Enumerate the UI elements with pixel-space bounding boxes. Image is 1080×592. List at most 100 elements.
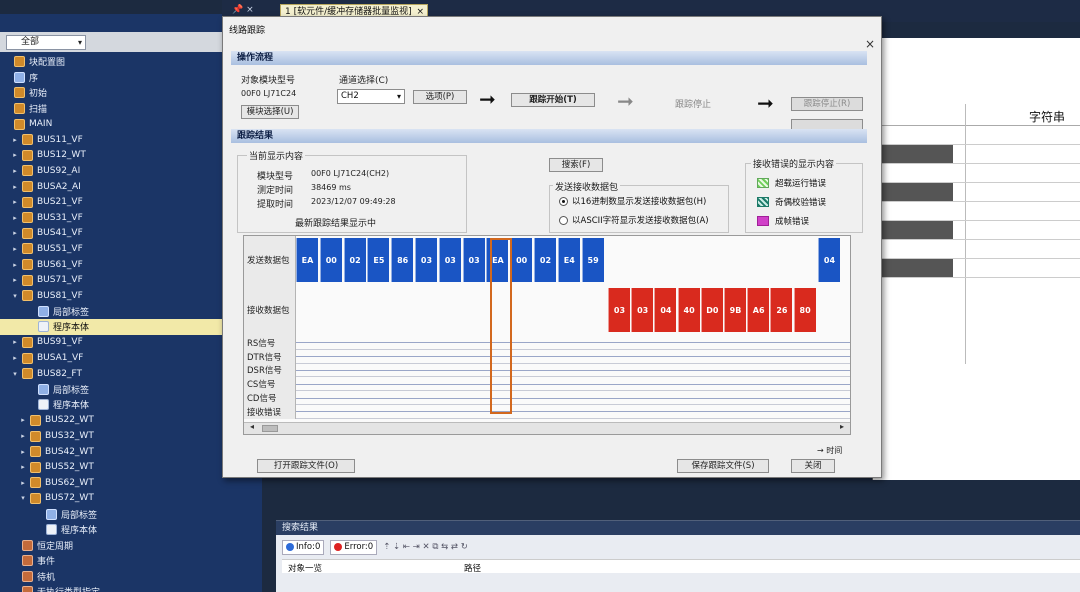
trace-cursor[interactable] — [490, 238, 512, 414]
signal-row — [296, 350, 850, 364]
close-icon[interactable]: × — [865, 37, 875, 51]
expand-icon[interactable]: ▸ — [10, 338, 20, 346]
expand-icon[interactable]: ▸ — [18, 448, 28, 456]
module-icon — [22, 196, 33, 208]
tree-item-label: 局部标签 — [53, 385, 90, 396]
expand-icon[interactable]: ▸ — [10, 261, 20, 269]
module-icon — [22, 274, 33, 286]
column-header: 字符串 — [873, 104, 1080, 126]
toolbar-icons[interactable]: ⇡ ⇣ ⇤ ⇥ ✕ ⧉ ⇆ ⇄ ↻ — [383, 542, 468, 552]
save-trace-file-button[interactable]: 保存跟踪文件(S) — [677, 459, 769, 473]
expand-icon[interactable]: ▸ — [18, 416, 28, 424]
arrow-right-icon: ➞ — [479, 87, 496, 111]
send-byte: E4 — [557, 238, 580, 282]
table-row — [873, 240, 1080, 259]
radio-ascii[interactable]: 以ASCII字符显示发送接收数据包(A) — [559, 214, 709, 226]
legend-frame-label: 成帧错误 — [775, 217, 810, 227]
tree-item[interactable]: 程序本体 — [0, 522, 262, 538]
channel-select-label: 通道选择(C) — [339, 76, 389, 86]
signal-row — [296, 364, 850, 378]
options-button[interactable]: 选项(P) — [413, 90, 467, 104]
expand-icon[interactable]: ▸ — [10, 276, 20, 284]
send-byte: 00 — [510, 238, 533, 282]
collapse-icon[interactable]: ▾ — [10, 370, 20, 378]
expand-icon[interactable]: ▸ — [18, 463, 28, 471]
trace-grid[interactable]: 发送数据包 接收数据包 EA 00 02 E5 86 03 03 03 EA 00 02 E4 59 04… — [243, 235, 851, 435]
tree-item[interactable]: ▾ BUS72_WT — [0, 491, 262, 507]
expand-icon[interactable]: ▸ — [10, 198, 20, 206]
tree-item[interactable]: 事件 — [0, 553, 262, 569]
page-icon — [38, 399, 49, 411]
send-packet-row: EA 00 02 E5 86 03 03 03 EA 00 02 E4 59 04 — [296, 238, 850, 284]
info-filter-button[interactable]: Info:0 — [282, 539, 325, 555]
expand-icon[interactable]: ▸ — [10, 167, 20, 175]
error-filter-button[interactable]: Error:0 — [330, 539, 378, 555]
tree-item-label: 局部标签 — [61, 510, 98, 521]
row-label-recv: 接收数据包 — [244, 284, 296, 336]
folder-icon — [38, 383, 49, 395]
tree-item-label: 待机 — [37, 572, 56, 583]
parity-swatch — [757, 197, 769, 207]
tree-item-label: 无执行类型指定 — [37, 585, 100, 592]
expand-icon[interactable]: ▸ — [10, 151, 20, 159]
expand-icon[interactable]: ▸ — [18, 479, 28, 487]
module-icon — [14, 103, 25, 115]
legend-overrun-label: 超载运行错误 — [775, 179, 827, 189]
info-icon — [286, 543, 294, 551]
tree-item[interactable]: 待机 — [0, 569, 262, 585]
expand-icon[interactable]: ▸ — [10, 354, 20, 362]
extract-time-value: 2023/12/07 09:49:28 — [311, 197, 396, 206]
pin-icon[interactable]: 📌 × — [232, 5, 254, 15]
trace-start-button[interactable]: 跟踪开始(T) — [511, 93, 595, 107]
module-icon — [30, 461, 41, 473]
scroll-right-icon[interactable]: ▸ — [840, 422, 844, 431]
search-button[interactable]: 搜索(F) — [549, 158, 603, 172]
trace-scrollbar[interactable]: ◂ ▸ — [244, 422, 850, 434]
section-trace-result: 跟踪结果 — [231, 129, 867, 143]
expand-icon[interactable]: ▸ — [10, 183, 20, 191]
tree-item[interactable]: 无执行类型指定 — [0, 584, 262, 592]
module-select-button[interactable]: 模块选择(U) — [241, 105, 299, 119]
collapse-icon[interactable]: ▾ — [10, 292, 20, 300]
section-operation-flow: 操作流程 — [231, 51, 867, 65]
packet-display-label: 发送接收数据包 — [553, 180, 621, 193]
send-byte: EA — [296, 238, 318, 282]
dialog-title: 线路跟踪 — [229, 26, 266, 36]
module-icon — [22, 212, 33, 224]
tree-item[interactable]: 局部标签 — [0, 506, 262, 522]
arrow-right-icon: ➞ — [757, 91, 774, 115]
page-icon — [38, 321, 49, 333]
recv-byte: A6 — [747, 288, 770, 332]
tree-item-label: BUS32_WT — [45, 431, 94, 442]
tree-item-label: 块配置图 — [29, 58, 66, 69]
channel-select-value: CH2 — [341, 91, 359, 101]
channel-select[interactable]: CH2 ▾ — [337, 89, 405, 104]
expand-icon[interactable]: ▸ — [18, 432, 28, 440]
radio-hex[interactable]: 以16进制数显示发送接收数据包(H) — [559, 195, 706, 207]
expand-icon[interactable]: ▸ — [10, 214, 20, 222]
tree-item-label: BUS31_VF — [37, 212, 83, 223]
close-button[interactable]: 关闭 — [791, 459, 835, 473]
signal-row — [296, 405, 850, 419]
chevron-down-icon: ▾ — [396, 92, 401, 101]
signal-label: RS信号 — [244, 336, 296, 350]
expand-icon[interactable]: ▸ — [10, 229, 20, 237]
send-byte: 86 — [391, 238, 414, 282]
trace-stop-button[interactable]: 跟踪停止(R) — [791, 97, 863, 111]
scroll-thumb[interactable] — [262, 425, 278, 432]
arrow-right-icon: ➞ — [617, 89, 634, 113]
collapse-icon[interactable]: ▾ — [18, 494, 28, 502]
signal-label: DSR信号 — [244, 363, 296, 378]
module-icon — [22, 243, 33, 255]
expand-icon[interactable]: ▸ — [10, 245, 20, 253]
module-icon — [22, 336, 33, 348]
send-byte: 04 — [818, 238, 840, 282]
expand-icon[interactable]: ▸ — [10, 136, 20, 144]
scroll-left-icon[interactable]: ◂ — [250, 422, 254, 431]
module-type-label: 模块型号 — [257, 172, 294, 182]
legend-parity-label: 奇偶校验错误 — [775, 198, 827, 208]
tree-item-label: BUS11_VF — [37, 134, 83, 145]
open-trace-file-button[interactable]: 打开跟踪文件(O) — [257, 459, 355, 473]
tree-filter-select[interactable]: 全部 ▾ — [6, 34, 86, 50]
tree-item[interactable]: 恒定周期 — [0, 537, 262, 553]
